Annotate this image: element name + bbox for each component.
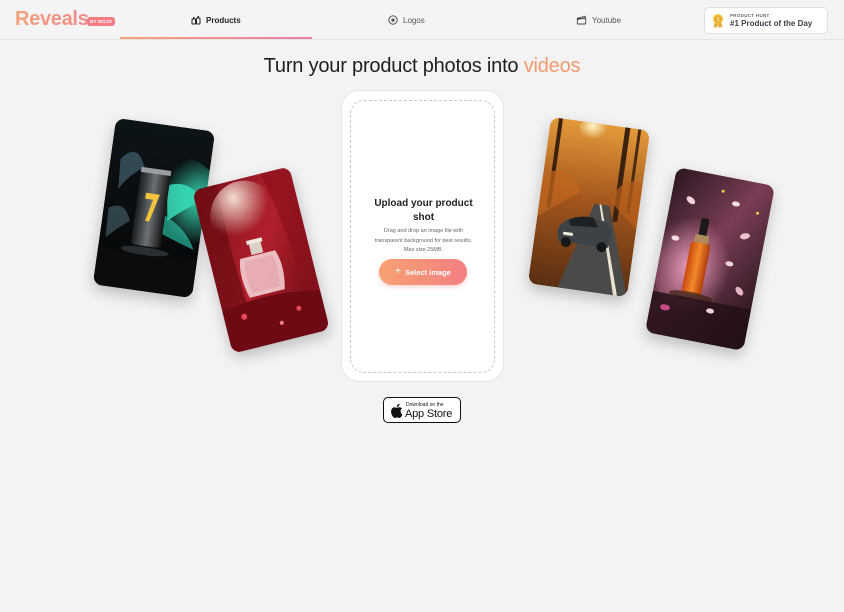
headline-text: Turn your product photos into (263, 55, 524, 77)
select-image-button[interactable]: + Select image (379, 259, 467, 285)
upload-description: Drag and drop an image file with transpa… (374, 228, 473, 253)
brand-logo[interactable]: Reveals (15, 8, 89, 31)
serum-bottle-petals-photo (644, 167, 776, 351)
apple-icon (391, 403, 403, 418)
headline-accent: videos (523, 55, 581, 77)
plus-icon: + (395, 266, 401, 277)
upload-dropzone[interactable]: Upload your product shot Drag and drop a… (350, 100, 495, 373)
app-store-button[interactable]: Download on the App Store (383, 397, 461, 423)
tab-products[interactable]: Products (191, 0, 241, 40)
page-headline: Turn your product photos into videos (0, 55, 844, 78)
product-hunt-title: #1 Product of the Day (730, 19, 813, 28)
app-store-big-text: App Store (405, 408, 453, 420)
brand-badge: BY MOJO (87, 17, 116, 26)
tab-logos[interactable]: Logos (388, 0, 425, 40)
medal-icon: 1 (713, 14, 723, 29)
product-hunt-badge[interactable]: 1 PRODUCT HUNT #1 Product of the Day (704, 7, 828, 34)
product-hunt-label: PRODUCT HUNT (730, 13, 770, 18)
tab-logos-label: Logos (403, 15, 425, 25)
svg-text:1: 1 (717, 17, 720, 23)
clapperboard-icon (576, 15, 587, 25)
active-tab-indicator (120, 37, 312, 39)
top-nav-bar: Reveals BY MOJO Products Logos Youtube 1… (0, 0, 844, 40)
perfume-bottle-photo (192, 166, 330, 354)
tab-products-label: Products (206, 15, 241, 25)
upload-title: Upload your product shot (374, 198, 473, 223)
perfume-bottles-icon (191, 16, 201, 25)
tab-youtube-label: Youtube (592, 15, 622, 25)
select-image-label: Select image (404, 267, 451, 277)
star-circle-icon (388, 15, 398, 25)
tab-youtube[interactable]: Youtube (576, 0, 621, 40)
upload-panel: Upload your product shot Drag and drop a… (341, 90, 504, 382)
car-on-road-photo (527, 116, 651, 298)
